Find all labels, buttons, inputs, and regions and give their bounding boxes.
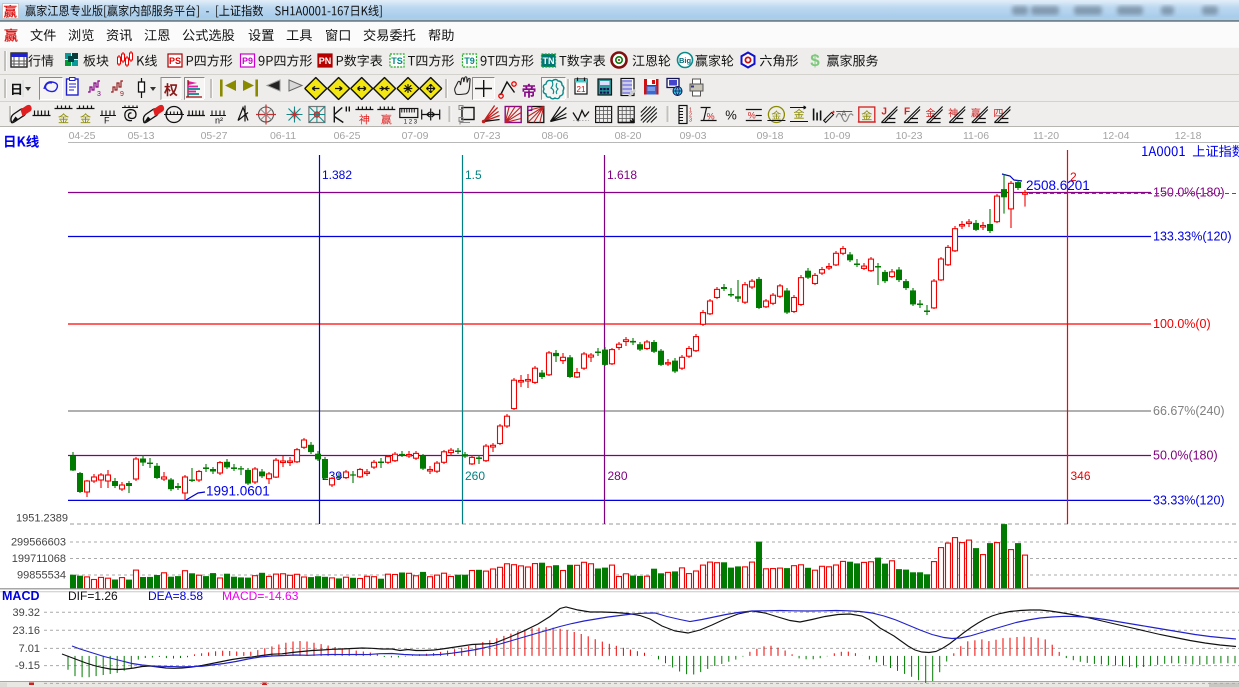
svg-text:1.618: 1.618: [607, 168, 637, 182]
svg-text:1951.2389: 1951.2389: [16, 513, 68, 525]
svg-text:F: F: [104, 116, 110, 126]
svg-text:05-13: 05-13: [128, 130, 155, 142]
svg-text:1991.0601: 1991.0601: [206, 484, 270, 499]
svg-text:A: A: [841, 110, 847, 119]
svg-text:06-11: 06-11: [270, 130, 296, 142]
svg-text:2508.6201: 2508.6201: [1026, 178, 1090, 193]
svg-text:-9.15: -9.15: [15, 660, 40, 672]
svg-text:J: J: [881, 107, 887, 118]
svg-text:299566603: 299566603: [11, 537, 66, 549]
svg-text:Big: Big: [679, 56, 692, 65]
svg-text:07-09: 07-09: [402, 130, 429, 142]
svg-text:MACD=-14.63: MACD=-14.63: [222, 589, 299, 603]
svg-text:280: 280: [608, 469, 628, 483]
svg-text:%: %: [748, 111, 756, 121]
svg-text:260: 260: [465, 469, 485, 483]
svg-text:F: F: [904, 107, 910, 118]
svg-text:39.32: 39.32: [12, 607, 40, 619]
svg-text:21: 21: [577, 85, 586, 94]
svg-text:1 2 3: 1 2 3: [404, 120, 418, 126]
svg-text:346: 346: [1071, 469, 1091, 483]
svg-text:09-18: 09-18: [757, 130, 784, 142]
svg-text:9: 9: [120, 91, 124, 98]
svg-text:n²: n²: [215, 116, 223, 126]
svg-text:12-04: 12-04: [1103, 130, 1130, 142]
svg-text:PS: PS: [169, 56, 181, 66]
svg-text:05-27: 05-27: [201, 130, 228, 142]
svg-text:11-06: 11-06: [963, 130, 989, 142]
svg-text:08-20: 08-20: [615, 130, 642, 142]
svg-text:MACD: MACD: [2, 589, 40, 603]
svg-text:10-23: 10-23: [896, 130, 923, 142]
svg-text:100.0%(0): 100.0%(0): [1153, 317, 1211, 331]
svg-text:10-09: 10-09: [824, 130, 851, 142]
svg-text:3: 3: [689, 118, 692, 124]
svg-text:12-18: 12-18: [1175, 130, 1202, 142]
svg-text:11-20: 11-20: [1033, 130, 1059, 142]
svg-text:TS: TS: [391, 56, 403, 66]
svg-text:04-25: 04-25: [69, 130, 96, 142]
svg-text:TN: TN: [543, 56, 555, 66]
svg-text:1.5: 1.5: [465, 168, 482, 182]
svg-text:3: 3: [97, 91, 101, 98]
svg-text:07-23: 07-23: [474, 130, 501, 142]
svg-text:$: $: [810, 51, 820, 70]
svg-text:66.67%(240): 66.67%(240): [1153, 404, 1225, 418]
svg-text:150.0%(180): 150.0%(180): [1153, 186, 1225, 200]
svg-text:09-03: 09-03: [680, 130, 707, 142]
svg-text:DEA=8.58: DEA=8.58: [148, 589, 203, 603]
svg-text:33.33%(120): 33.33%(120): [1153, 493, 1225, 507]
svg-text:%: %: [707, 112, 715, 122]
svg-text:08-06: 08-06: [542, 130, 569, 142]
svg-text:%: %: [725, 108, 737, 123]
svg-text:T9: T9: [464, 56, 475, 66]
svg-text:50.0%(180): 50.0%(180): [1153, 449, 1218, 463]
svg-text:23.16: 23.16: [12, 625, 40, 637]
svg-text:DIF=1.26: DIF=1.26: [68, 589, 118, 603]
svg-text:99855534: 99855534: [17, 570, 66, 582]
svg-text:133.33%(120): 133.33%(120): [1153, 230, 1232, 244]
svg-text:199711068: 199711068: [12, 553, 66, 565]
svg-text:7.01: 7.01: [19, 643, 40, 655]
svg-text:06-25: 06-25: [334, 130, 361, 142]
svg-text:PN: PN: [319, 56, 332, 66]
svg-text:P9: P9: [242, 56, 253, 66]
svg-text:1.382: 1.382: [322, 168, 352, 182]
